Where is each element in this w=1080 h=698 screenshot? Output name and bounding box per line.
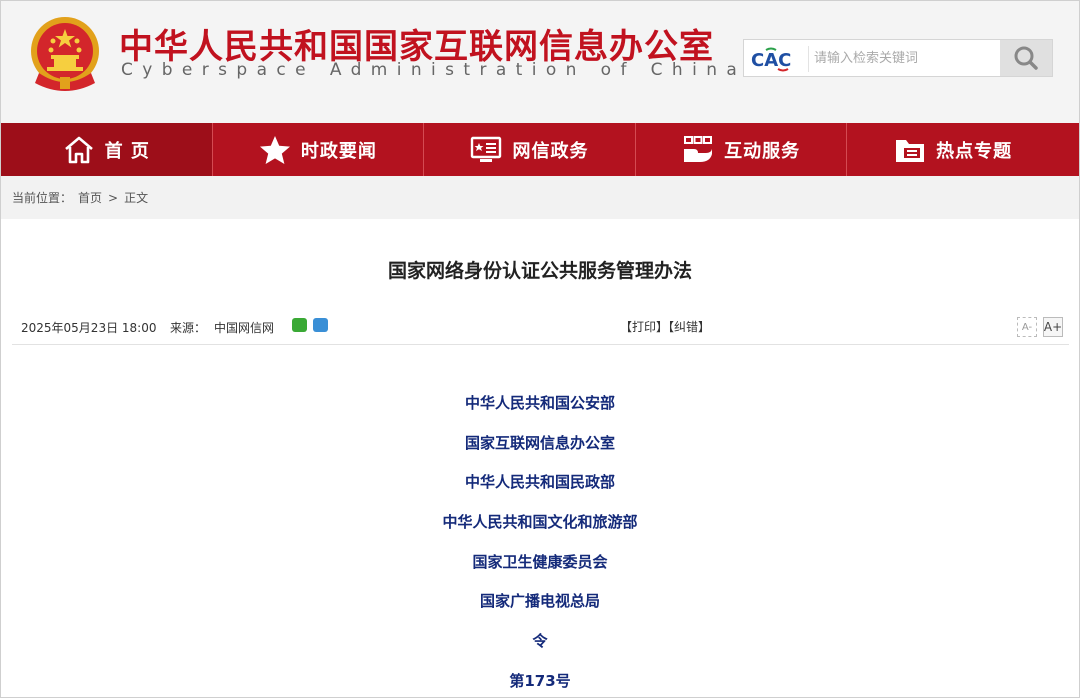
font-smaller-button[interactable]: A- <box>1017 317 1037 337</box>
search-icon <box>1014 46 1038 70</box>
correction-link[interactable]: 【纠错】 <box>668 320 710 334</box>
publish-date: 2025年05月23日 18:00 <box>21 321 157 335</box>
issuing-department: 中华人民共和国民政部 <box>464 473 615 492</box>
breadcrumb: 当前位置： 首页 > 正文 <box>1 176 1079 219</box>
article-content: 中华人民共和国公安部 国家互联网信息办公室 中华人民共和国民政部 中华人民共和国… <box>0 390 1080 698</box>
nav-item-news[interactable]: 时政要闻 <box>213 123 425 176</box>
nav-item-topics[interactable]: 热点专题 <box>847 123 1059 176</box>
order-label: 令 <box>532 632 548 651</box>
search-input[interactable] <box>814 42 994 74</box>
monitor-icon <box>471 136 502 162</box>
order-number: 第173号 <box>509 671 571 690</box>
star-icon <box>259 135 290 164</box>
nav-item-affairs[interactable]: 网信政务 <box>424 123 636 176</box>
cac-logo-text: CAC <box>751 50 791 71</box>
issuing-department: 中华人民共和国公安部 <box>464 394 615 412</box>
main-nav: 首 页 时政要闻 网信政务 互动服务 热点专题 <box>1 123 1079 176</box>
interaction-icon <box>684 135 713 162</box>
source-label: 来源： <box>170 321 207 335</box>
home-icon <box>64 136 93 163</box>
qzone-share-icon[interactable] <box>313 318 328 332</box>
issuing-department: 国家卫生健康委员会 <box>472 552 608 571</box>
source-name: 中国网信网 <box>214 321 275 335</box>
breadcrumb-current: 正文 <box>124 191 149 205</box>
print-link[interactable]: 【打印】 <box>620 320 668 334</box>
issuing-department: 国家广播电视总局 <box>479 592 600 611</box>
issuing-department: 中华人民共和国文化和旅游部 <box>442 513 638 532</box>
nav-label-news: 时政要闻 <box>300 140 377 162</box>
search-box: CAC <box>743 39 1053 77</box>
nav-item-home[interactable]: 首 页 <box>1 123 213 176</box>
national-emblem-icon[interactable] <box>29 13 101 93</box>
search-button[interactable] <box>1000 40 1052 76</box>
breadcrumb-prefix: 当前位置： <box>12 191 73 205</box>
nav-label-affairs: 网信政务 <box>512 140 589 162</box>
site-title-en: Cyberspace Administration of China <box>121 60 747 80</box>
folder-icon <box>896 139 925 162</box>
issuing-department: 国家互联网信息办公室 <box>464 433 615 452</box>
article-title: 国家网络身份认证公共服务管理办法 <box>387 260 692 282</box>
article-meta-bar: 2025年05月23日 18:00 来源： 中国网信网 【打印】【纠错】 A- … <box>12 312 1069 345</box>
breadcrumb-separator: > <box>108 190 119 205</box>
nav-label-home: 首 页 <box>104 140 150 162</box>
nav-label-interaction: 互动服务 <box>724 140 801 162</box>
nav-label-topics: 热点专题 <box>936 140 1013 162</box>
site-header: 中华人民共和国国家互联网信息办公室 Cyberspace Administrat… <box>1 1 1079 123</box>
search-divider <box>808 46 809 72</box>
cac-logo-icon: CAC <box>751 47 791 72</box>
font-larger-button[interactable]: A+ <box>1043 317 1063 337</box>
article-actions: 【打印】【纠错】 <box>620 318 710 335</box>
nav-item-interaction[interactable]: 互动服务 <box>636 123 848 176</box>
breadcrumb-home-link[interactable]: 首页 <box>78 189 102 206</box>
wechat-share-icon[interactable] <box>292 318 307 332</box>
